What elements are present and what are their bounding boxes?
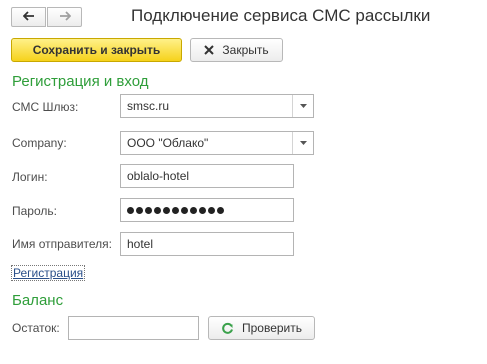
forward-button[interactable] — [47, 7, 82, 27]
gateway-select[interactable]: smsc.ru — [120, 94, 314, 118]
login-value: oblalo-hotel — [127, 169, 190, 183]
gateway-dropdown-arrow[interactable] — [292, 95, 313, 117]
nav-group — [11, 7, 83, 27]
password-dot — [172, 206, 179, 214]
password-dot — [163, 206, 170, 214]
refresh-icon — [221, 322, 234, 335]
company-select[interactable]: ООО "Облако" — [120, 131, 314, 155]
company-label: Company: — [12, 136, 67, 150]
registration-section-title: Регистрация и вход — [12, 73, 149, 90]
password-dot — [190, 206, 197, 214]
company-value: ООО "Облако" — [127, 136, 209, 150]
company-dropdown-arrow[interactable] — [292, 132, 313, 154]
check-button[interactable]: Проверить — [208, 316, 315, 340]
password-dot — [208, 206, 215, 214]
password-dot — [199, 206, 206, 214]
login-field[interactable]: oblalo-hotel — [120, 164, 294, 188]
login-label: Логин: — [12, 170, 48, 184]
password-dot — [154, 206, 161, 214]
save-and-close-button[interactable]: Сохранить и закрыть — [11, 38, 182, 62]
chevron-down-icon — [299, 141, 307, 145]
arrow-right-icon — [59, 10, 71, 24]
password-label: Пароль: — [12, 204, 57, 218]
sender-label: Имя отправителя: — [12, 237, 113, 251]
check-label: Проверить — [241, 321, 302, 335]
close-button[interactable]: Закрыть — [190, 38, 283, 62]
back-button[interactable] — [11, 7, 46, 27]
password-dot — [217, 206, 224, 214]
password-field[interactable] — [120, 198, 294, 222]
password-dot — [136, 206, 143, 214]
sender-field[interactable]: hotel — [120, 232, 294, 256]
close-label: Закрыть — [222, 43, 269, 57]
registration-link[interactable]: Регистрация — [10, 265, 86, 281]
gateway-value: smsc.ru — [127, 99, 169, 113]
balance-section-title: Баланс — [12, 292, 64, 309]
remaining-field[interactable] — [68, 316, 199, 340]
save-and-close-label: Сохранить и закрыть — [32, 43, 161, 57]
chevron-down-icon — [299, 104, 307, 108]
password-dot — [127, 206, 134, 214]
remaining-label: Остаток: — [12, 321, 60, 335]
gateway-label: СМС Шлюз: — [12, 100, 79, 114]
sender-value: hotel — [127, 237, 154, 251]
password-mask — [127, 206, 224, 214]
password-dot — [145, 206, 152, 214]
arrow-left-icon — [22, 10, 35, 24]
window-title: Подключение сервиса СМС рассылки — [131, 6, 431, 25]
password-dot — [181, 206, 188, 214]
close-x-icon — [204, 45, 215, 55]
